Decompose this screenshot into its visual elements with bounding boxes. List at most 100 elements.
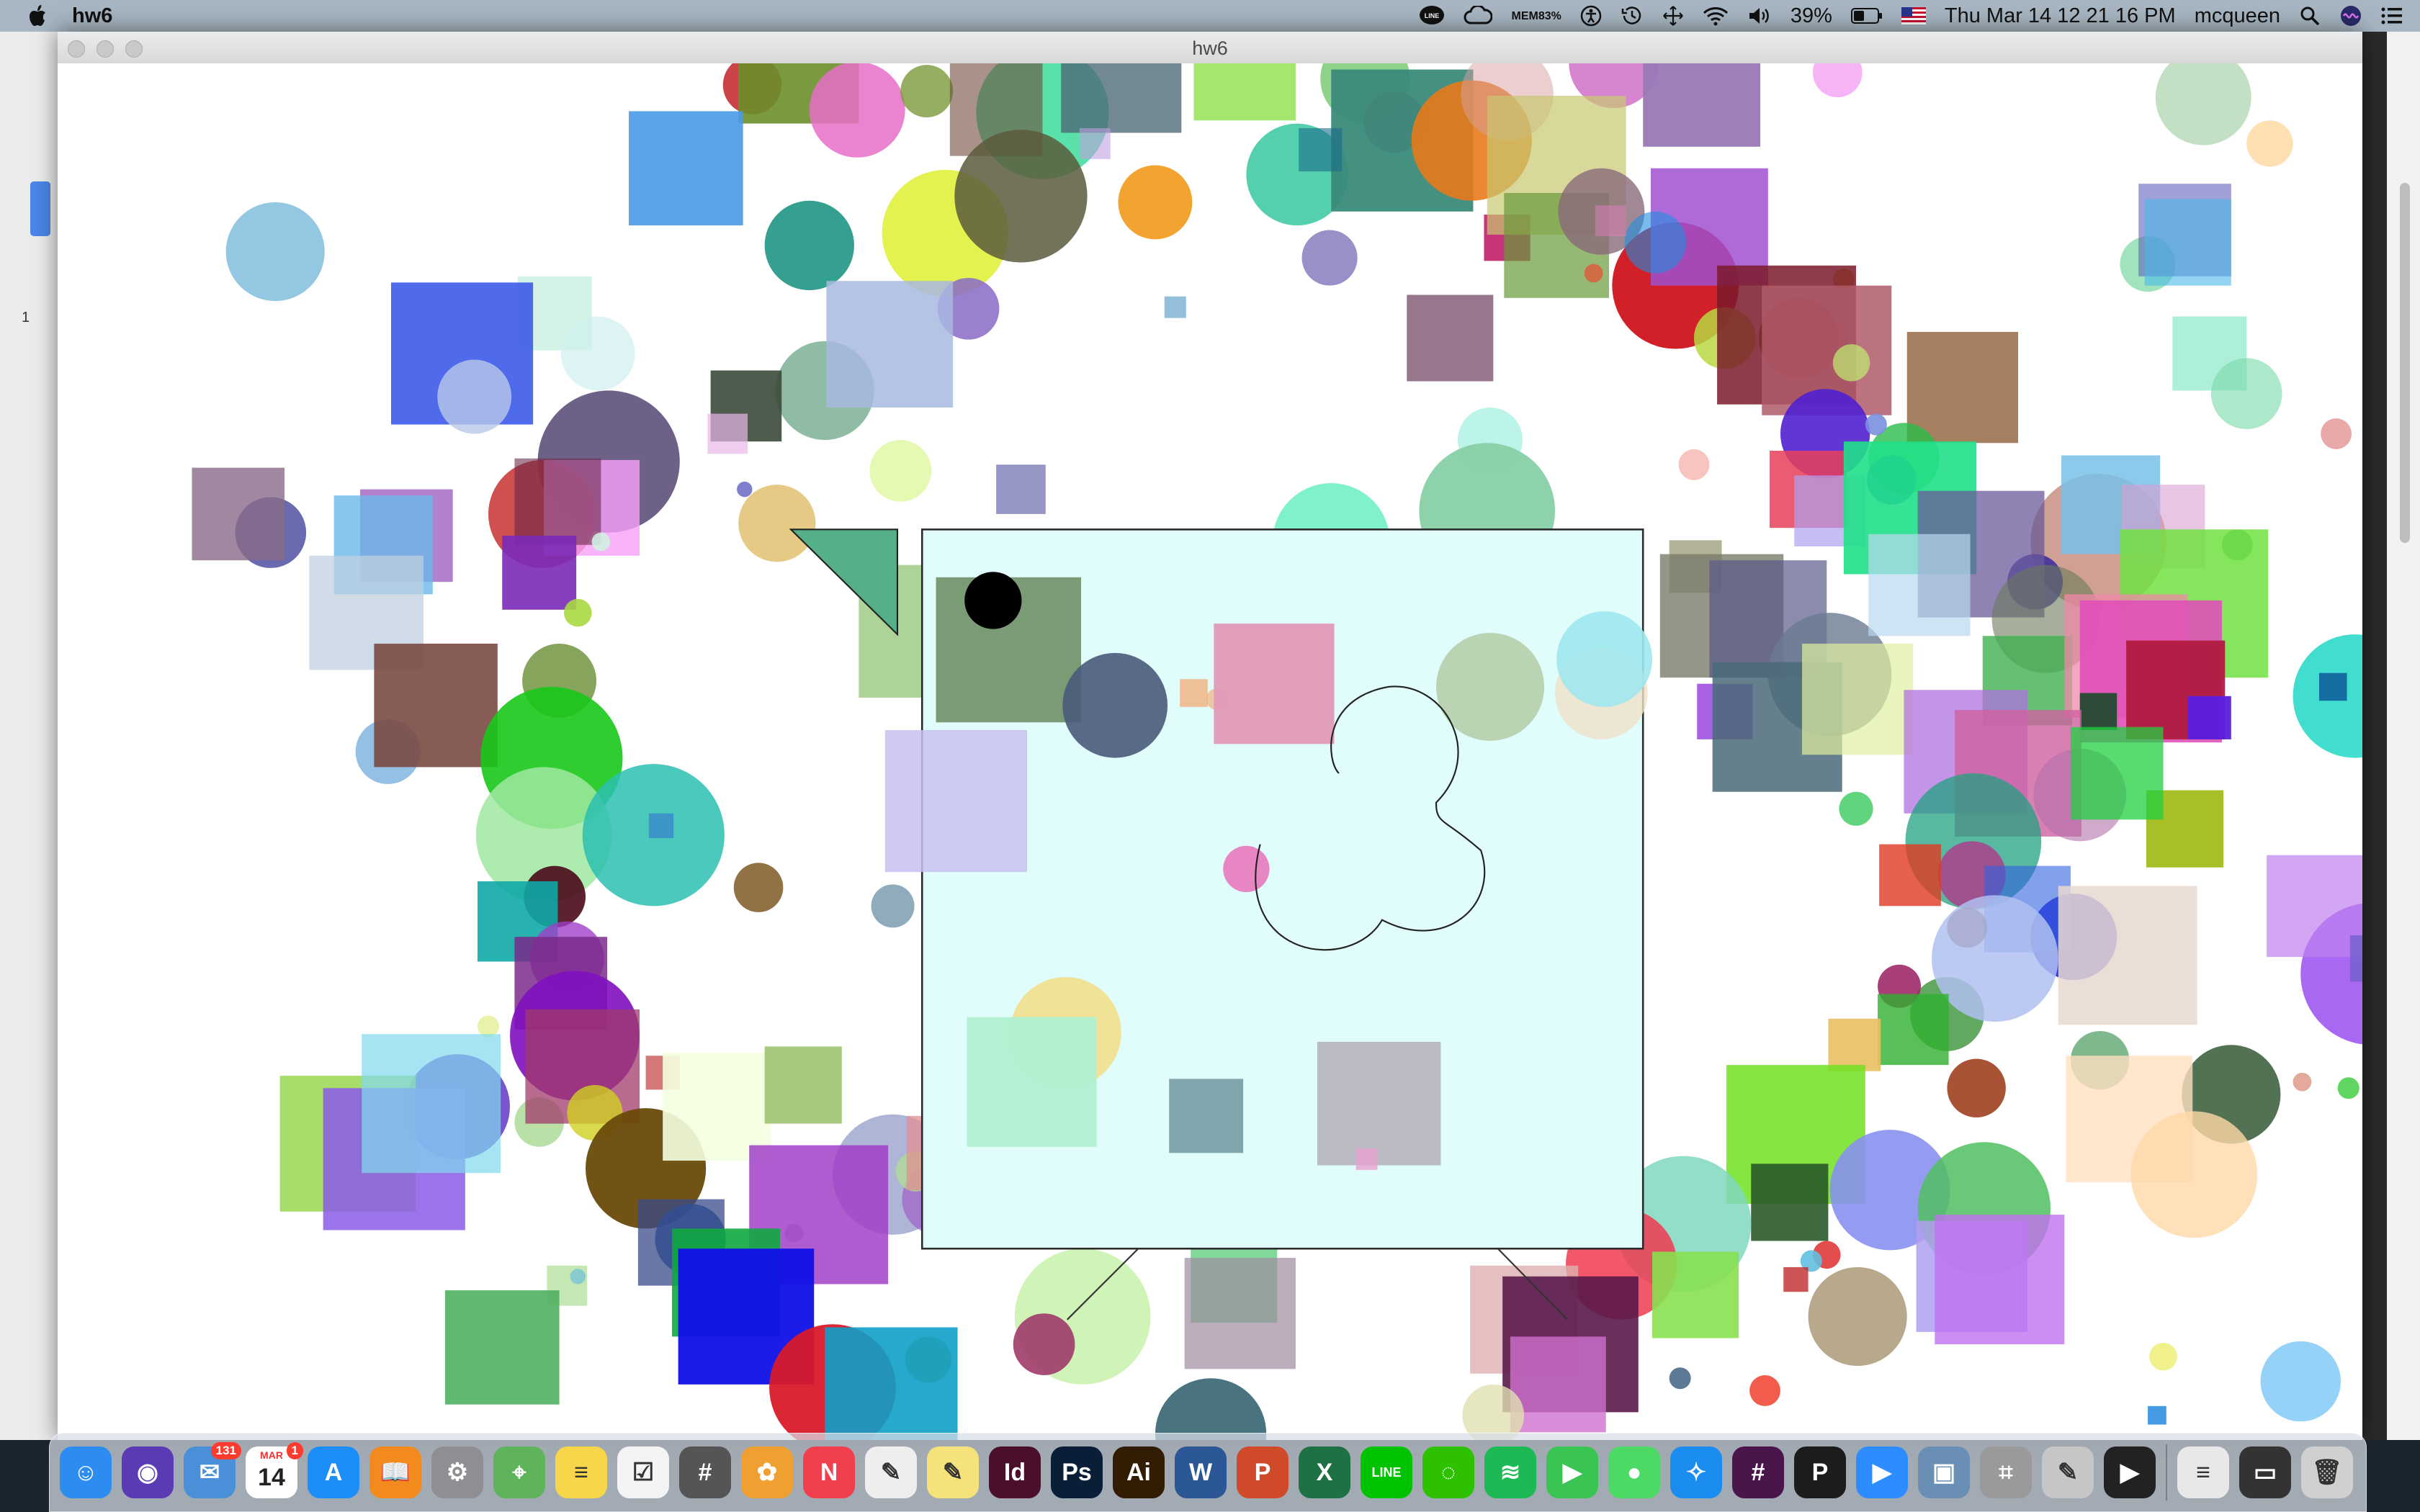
- wechat-icon[interactable]: ◌: [1422, 1446, 1474, 1498]
- notes-icon[interactable]: ≡: [555, 1446, 607, 1498]
- line-status-icon[interactable]: LINE: [1419, 4, 1445, 27]
- input-source-flag-icon[interactable]: [1901, 7, 1926, 24]
- title-bar[interactable]: hw6: [58, 32, 2362, 64]
- reminders-glyph: ☑: [632, 1459, 655, 1486]
- mail-icon[interactable]: ✉ 131: [184, 1442, 241, 1498]
- stickies-icon[interactable]: ✎: [927, 1446, 979, 1498]
- dock: ☺ ◉ ✉ 131 MAR 14 1 A 📖 ⚙ ⌖ ≡ ☑ # ✿ N ✎ ✎ Id Ps Ai W P X LINE ◌ ≋ ▶ ●…: [49, 1433, 2367, 1512]
- finder-icon[interactable]: ☺: [60, 1446, 112, 1498]
- bg-circle: [1947, 907, 1988, 948]
- indesign-icon[interactable]: Id: [989, 1446, 1041, 1498]
- app-store-icon[interactable]: A: [308, 1446, 359, 1498]
- reminders-icon[interactable]: ☑: [617, 1446, 669, 1498]
- bg-circle: [871, 884, 915, 928]
- screenshot-icon[interactable]: ⌗: [1980, 1446, 2032, 1498]
- bg-circle: [1584, 264, 1603, 283]
- memory-value: 83%: [1538, 9, 1561, 22]
- news-glyph: N: [820, 1458, 838, 1486]
- preview-icon[interactable]: ▣: [1918, 1446, 1970, 1498]
- bg-circle: [954, 130, 1088, 263]
- time-machine-icon[interactable]: [1621, 5, 1644, 27]
- bg-circle: [1947, 1058, 2006, 1118]
- memory-label: MEM: [1511, 9, 1538, 22]
- notification-center-icon[interactable]: [2381, 6, 2403, 25]
- line-icon[interactable]: LINE: [1361, 1446, 1412, 1498]
- illustrator-icon[interactable]: Ai: [1113, 1446, 1165, 1498]
- photoshop-icon[interactable]: Ps: [1051, 1446, 1103, 1498]
- maps-icon[interactable]: ⌖: [493, 1446, 545, 1498]
- finder-glyph: ☺: [73, 1458, 99, 1486]
- zoom-icon[interactable]: ▶: [1856, 1446, 1908, 1498]
- bg-square: [1751, 1164, 1829, 1241]
- bg-circle: [900, 65, 954, 118]
- photos-icon[interactable]: ✿: [741, 1446, 793, 1498]
- bg-square: [629, 111, 743, 226]
- documents-stack-icon[interactable]: ≡: [2177, 1446, 2229, 1498]
- powerpoint-icon[interactable]: P: [1237, 1446, 1289, 1498]
- clock[interactable]: Thu Mar 14 12 21 16 PM: [1945, 4, 2176, 28]
- bg-circle: [2293, 1072, 2312, 1092]
- safari-icon[interactable]: ✧: [1670, 1446, 1722, 1498]
- excel-glyph: X: [1316, 1458, 1333, 1486]
- news-icon[interactable]: N: [803, 1446, 855, 1498]
- indesign-glyph: Id: [1003, 1458, 1026, 1486]
- user-name[interactable]: mcqueen: [2195, 4, 2280, 28]
- excel-icon[interactable]: X: [1299, 1446, 1350, 1498]
- spotify-icon[interactable]: ≋: [1484, 1446, 1536, 1498]
- word-icon[interactable]: W: [1175, 1446, 1227, 1498]
- calendar-month: MAR: [260, 1449, 283, 1461]
- sketch-canvas[interactable]: [58, 63, 2362, 1440]
- slack-icon[interactable]: #: [1732, 1446, 1784, 1498]
- facetime-icon[interactable]: ▶: [1546, 1446, 1598, 1498]
- siri-icon[interactable]: [2339, 4, 2362, 27]
- bg-circle: [1832, 344, 1870, 382]
- quicktime-icon[interactable]: ▶: [2104, 1446, 2156, 1498]
- spotlight-search-icon[interactable]: [2299, 5, 2321, 27]
- creative-cloud-icon[interactable]: [1464, 6, 1493, 26]
- powerpoint-glyph: P: [1254, 1458, 1271, 1486]
- line-glyph: LINE: [1371, 1464, 1402, 1480]
- textedit-icon[interactable]: ✎: [865, 1446, 917, 1498]
- slack-glyph: #: [1751, 1458, 1765, 1486]
- app-name-menu[interactable]: hw6: [72, 4, 112, 28]
- battery-icon[interactable]: [1850, 7, 1883, 24]
- docs-logo-icon[interactable]: [30, 181, 50, 236]
- bg-circle: [477, 1015, 499, 1038]
- bg-square: [1595, 205, 1626, 237]
- photos-glyph: ✿: [756, 1459, 778, 1486]
- script-editor-glyph: ✎: [2057, 1459, 2079, 1486]
- apple-menu-icon[interactable]: [29, 5, 48, 27]
- panel-square: [1214, 624, 1335, 744]
- bg-square: [1801, 643, 1914, 755]
- system-preferences-glyph: ⚙: [446, 1459, 469, 1486]
- move-icon[interactable]: [1662, 5, 1684, 27]
- volume-icon[interactable]: [1747, 6, 1772, 26]
- scrollbar-thumb[interactable]: [2400, 183, 2410, 543]
- bg-circle: [560, 316, 635, 391]
- photoshop-glyph: Ps: [1062, 1458, 1092, 1486]
- scrollbar-track[interactable]: [2387, 32, 2420, 1440]
- processing-glyph: P: [1811, 1458, 1829, 1486]
- trash-icon[interactable]: 🗑: [2301, 1446, 2353, 1498]
- siri-icon[interactable]: ◉: [122, 1446, 174, 1498]
- calendar-icon[interactable]: MAR 14 1: [246, 1442, 303, 1498]
- books-icon[interactable]: 📖: [369, 1446, 421, 1498]
- wifi-icon[interactable]: [1703, 6, 1729, 26]
- processing-icon[interactable]: P: [1794, 1446, 1846, 1498]
- dock-separator: [2166, 1444, 2167, 1500]
- bg-circle: [2149, 1342, 2177, 1371]
- battery-percent[interactable]: 39%: [1791, 4, 1832, 28]
- accessibility-icon[interactable]: [1580, 5, 1602, 27]
- memory-monitor[interactable]: MEM 83%: [1511, 9, 1561, 22]
- notes-glyph: ≡: [574, 1458, 588, 1486]
- bg-circle: [2260, 1341, 2341, 1422]
- bg-circle: [737, 481, 753, 498]
- menu-bar: hw6 LINE MEM 83% 39% Thu Mar 14 12 21 16…: [0, 0, 2420, 32]
- messages-icon[interactable]: ●: [1608, 1446, 1660, 1498]
- terminal-window-icon[interactable]: ▭: [2239, 1446, 2291, 1498]
- bg-circle: [869, 440, 932, 502]
- bg-square: [707, 413, 748, 454]
- calculator-icon[interactable]: #: [679, 1446, 731, 1498]
- script-editor-icon[interactable]: ✎: [2042, 1446, 2094, 1498]
- system-preferences-icon[interactable]: ⚙: [431, 1446, 483, 1498]
